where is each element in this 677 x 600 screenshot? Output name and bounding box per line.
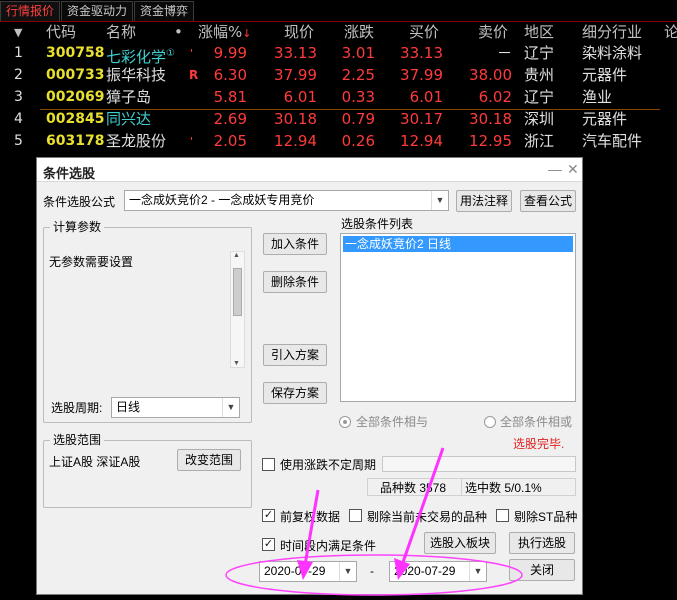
annotation-overlay xyxy=(225,447,523,596)
annotation-arrow-right-shaft xyxy=(400,447,445,566)
annotation-arrow-left-head xyxy=(297,560,313,580)
highlight-ellipse xyxy=(225,554,523,596)
annotation-arrow-right-head xyxy=(394,558,410,580)
annotation-arrow-left-shaft xyxy=(303,489,320,566)
